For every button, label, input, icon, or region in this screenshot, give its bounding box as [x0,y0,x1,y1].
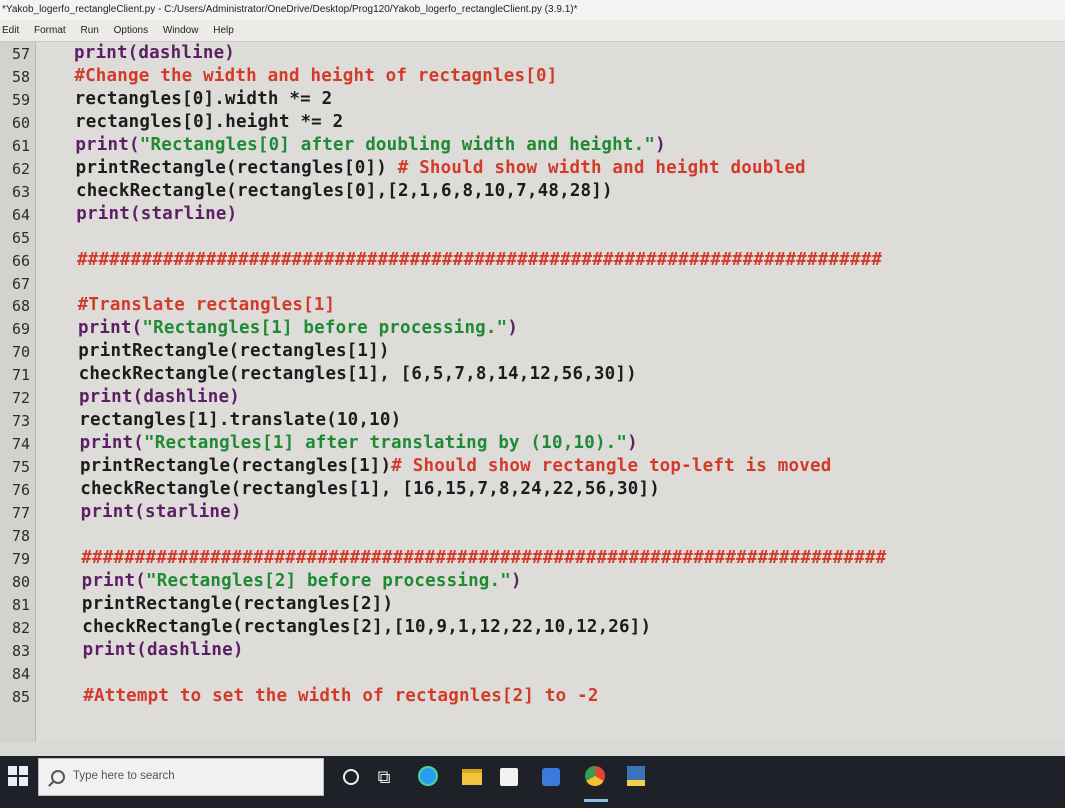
menu-options[interactable]: Options [114,20,148,41]
code-token: print(dashline) [78,387,240,408]
code-line: print(dashline) [79,385,240,409]
file-explorer-icon[interactable] [462,766,484,788]
store-icon[interactable] [500,766,522,788]
code-line: printRectangle(rectangles[2]) [82,592,393,616]
code-token: "Rectangles[1] before processing." [142,318,508,339]
code-token: "Rectangles[0] after doubling width and … [139,134,656,155]
menu-run[interactable]: Run [80,20,98,41]
code-token: printRectangle(rectangles[1]) [79,456,392,477]
code-token: rectangles[1].translate(10,10) [79,410,402,431]
code-token: checkRectangle(rectangles[2],[10,9,1,12,… [82,616,652,637]
code-token: #Change the width and height of rectagnl… [74,65,558,86]
code-token: printRectangle(rectangles[0]) [75,157,398,178]
code-line: printRectangle(rectangles[0]) # Should s… [76,156,806,180]
code-token: ) [511,570,522,591]
code-token: printRectangle(rectangles[2]) [81,593,394,614]
code-token: print(starline) [76,203,238,224]
windows-start-icon[interactable] [8,766,30,788]
menu-format[interactable]: Format [34,20,66,41]
code-token: print( [81,570,146,591]
menu-help[interactable]: Help [213,20,234,41]
code-token: ########################################… [76,249,883,270]
code-token: print( [77,318,143,339]
taskbar: Type here to search ⧉ [0,756,1065,808]
active-app-indicator [584,799,608,802]
code-line: print(starline) [76,202,237,226]
code-token: checkRectangle(rectangles[1], [16,15,7,8… [80,479,661,500]
code-token: rectangles[0].height *= 2 [74,111,344,132]
code-token: checkRectangle(rectangles[0],[2,1,6,8,10… [75,180,613,201]
code-token: ) [655,134,666,155]
chrome-browser-icon[interactable] [585,766,607,788]
code-token: print(dashline) [82,639,244,660]
menu-bar: Edit Format Run Options Window Help [0,20,1065,42]
cortana-icon[interactable] [340,766,362,788]
code-line: print(dashline) [83,638,244,662]
python-idle-icon[interactable] [627,766,649,788]
code-token: ) [627,433,638,454]
code-token: # Should show rectangle top-left is move… [391,456,832,477]
code-token: checkRectangle(rectangles[1], [6,5,7,8,1… [78,364,637,385]
code-line: rectangles[0].height *= 2 [75,110,343,134]
code-line: print("Rectangles[0] after doubling widt… [75,133,666,157]
code-token: print(dashline) [74,43,236,63]
code-line: checkRectangle(rectangles[1], [16,15,7,8… [80,477,660,501]
menu-window[interactable]: Window [163,20,199,41]
code-line: checkRectangle(rectangles[0],[2,1,6,8,10… [76,179,613,203]
code-token: print( [75,134,140,155]
edge-browser-icon[interactable] [418,766,440,788]
media-player-icon[interactable] [542,766,564,788]
menu-edit[interactable]: Edit [2,20,19,41]
code-line: rectangles[0].width *= 2 [75,87,333,111]
code-line: printRectangle(rectangles[1]) [78,339,389,363]
code-token: ) [507,318,519,339]
code-token: printRectangle(rectangles[1]) [78,341,390,362]
code-line: rectangles[1].translate(10,10) [79,408,401,432]
code-token: "Rectangles[2] before processing." [146,570,512,591]
taskbar-search-box[interactable]: Type here to search [38,758,324,796]
code-line: ########################################… [77,248,882,272]
screen: *Yakob_logerfo_rectangleClient.py - C:/U… [0,0,1065,808]
code-line: checkRectangle(rectangles[1], [6,5,7,8,1… [79,362,637,386]
code-token: #Translate rectangles[1] [77,295,336,316]
code-line: print(dashline) [74,42,235,65]
code-line: print("Rectangles[1] after translating b… [80,431,638,455]
code-line: ########################################… [81,546,886,570]
code-token: print(starline) [80,502,242,522]
code-token: "Rectangles[1] after translating by (10,… [144,433,628,454]
code-line: print("Rectangles[2] before processing."… [82,569,522,593]
code-editor[interactable]: 57 58 59 60 61 62 63 64 65 66 67 68 69 70 71 72 73 74 75 76… [0,42,1065,742]
code-line: printRectangle(rectangles[1])# Should sh… [80,454,832,478]
code-line: #Change the width and height of rectagnl… [74,64,557,88]
code-line: checkRectangle(rectangles[2],[10,9,1,12,… [82,615,651,639]
code-token: # Should show width and height doubled [397,157,806,178]
code-area[interactable]: print(dashline) #Change the width and hei… [0,42,1065,742]
window-title: *Yakob_logerfo_rectangleClient.py - C:/U… [0,0,1065,20]
code-token: #Attempt to set the width of rectagnles[… [83,685,599,706]
search-icon [51,770,65,784]
search-placeholder: Type here to search [73,770,175,782]
code-line: #Attempt to set the width of rectagnles[… [83,684,598,708]
code-token: print( [79,433,145,454]
code-line: print("Rectangles[1] before processing."… [78,316,518,340]
task-view-icon[interactable]: ⧉ [373,766,395,788]
code-line: #Translate rectangles[1] [78,293,336,317]
code-line: print(starline) [81,500,242,524]
code-token: rectangles[0].width *= 2 [74,88,333,109]
code-token: ########################################… [81,547,887,568]
